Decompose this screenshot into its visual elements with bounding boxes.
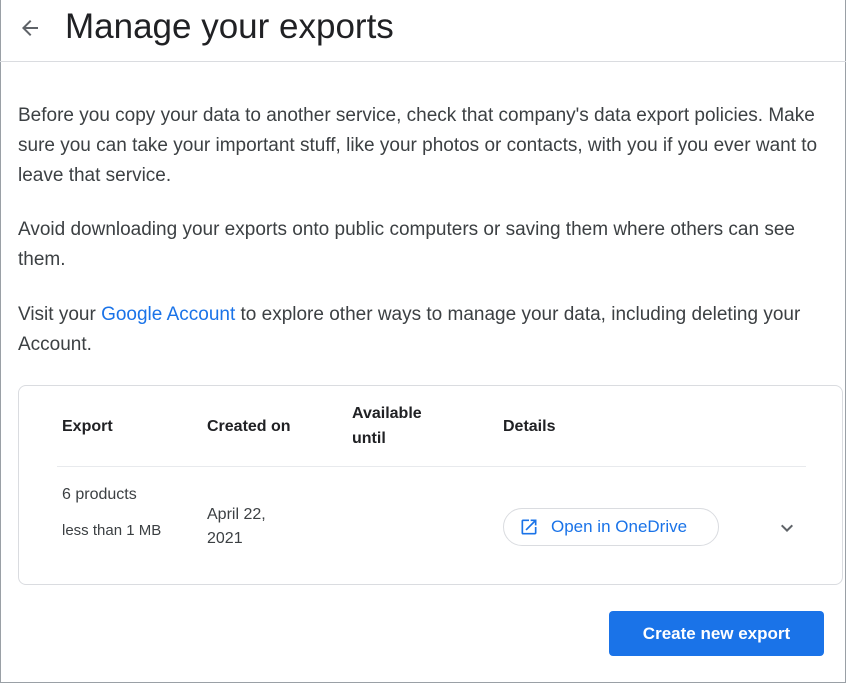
expand-row-button[interactable] [771, 512, 803, 544]
column-header-details: Details [503, 418, 556, 435]
back-button[interactable] [14, 12, 46, 44]
column-header-export: Export [62, 418, 113, 435]
page-header: Manage your exports [0, 0, 846, 62]
open-in-onedrive-button[interactable]: Open in OneDrive [503, 508, 719, 546]
page-title: Manage your exports [65, 7, 394, 46]
open-in-new-icon [521, 519, 537, 535]
create-new-export-button[interactable]: Create new export [609, 611, 824, 656]
intro-paragraph-policies: Before you copy your data to another ser… [18, 105, 818, 186]
table-divider [57, 466, 806, 467]
chevron-down-icon [781, 524, 793, 532]
export-created-on: April 22, 2021 [207, 506, 266, 547]
arrow-left-icon [22, 20, 38, 36]
export-size: less than 1 MB [62, 522, 162, 539]
intro-paragraph-public-computers: Avoid downloading your exports onto publ… [18, 219, 795, 270]
export-products: 6 products [62, 486, 137, 503]
paragraph-text: Visit your [18, 304, 102, 325]
column-header-created-on: Created on [207, 418, 291, 435]
intro-paragraph-google-account: Visit your Google Account to explore oth… [18, 300, 828, 360]
column-header-available-until: Available until [352, 405, 422, 447]
exports-table: Export Created on Available until Detail… [18, 385, 843, 585]
open-in-onedrive-label: Open in OneDrive [551, 517, 688, 536]
google-account-link[interactable]: Google Account [101, 304, 235, 325]
